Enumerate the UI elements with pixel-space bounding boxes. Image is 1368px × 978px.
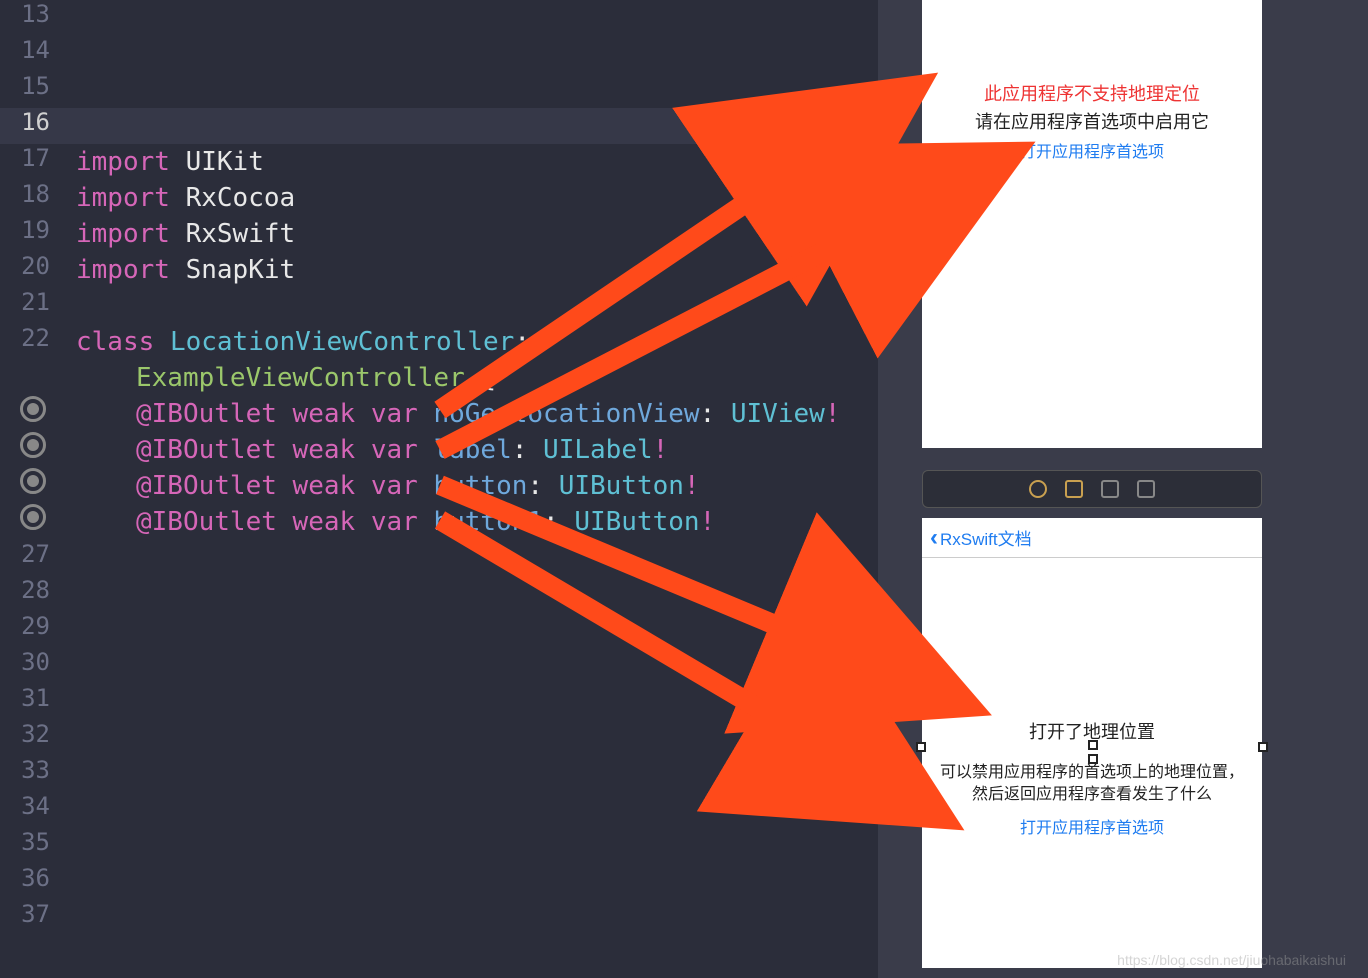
line-number: 35 bbox=[0, 828, 50, 856]
line-number: 22 bbox=[0, 324, 50, 352]
outlet-connected-icon[interactable] bbox=[20, 468, 46, 494]
code-line: import RxCocoa bbox=[76, 180, 295, 216]
line-number: 29 bbox=[0, 612, 50, 640]
code-line: import UIKit bbox=[76, 144, 264, 180]
outlet-connected-icon[interactable] bbox=[20, 432, 46, 458]
line-number: 16 bbox=[0, 108, 50, 136]
location-hint-label: 可以禁用应用程序的首选项上的地理位置，然后返回应用程序查看发生了什么 bbox=[922, 762, 1262, 807]
current-line-highlight bbox=[0, 108, 878, 144]
navigation-bar: ‹ RxSwift文档 bbox=[922, 518, 1262, 558]
line-number: 14 bbox=[0, 36, 50, 64]
code-line: @IBOutlet weak var label: UILabel! bbox=[136, 432, 668, 468]
line-number: 36 bbox=[0, 864, 50, 892]
code-line: @IBOutlet weak var noGeolocationView: UI… bbox=[136, 396, 840, 432]
open-preferences-button-2[interactable]: 打开应用程序首选项 bbox=[922, 814, 1262, 838]
line-number: 33 bbox=[0, 756, 50, 784]
error-title-label: 此应用程序不支持地理定位 bbox=[922, 80, 1262, 106]
code-line: ExampleViewController { bbox=[136, 360, 496, 396]
line-number: 19 bbox=[0, 216, 50, 244]
ib-selection-handle[interactable] bbox=[1258, 742, 1268, 752]
line-number: 37 bbox=[0, 900, 50, 928]
line-number: 32 bbox=[0, 720, 50, 748]
line-number: 17 bbox=[0, 144, 50, 172]
ib-selection-handle[interactable] bbox=[916, 742, 926, 752]
code-editor[interactable]: 13 14 15 16 17 18 19 20 21 22 27 28 29 3… bbox=[0, 0, 878, 978]
line-number: 31 bbox=[0, 684, 50, 712]
main-view-preview[interactable]: ‹ RxSwift文档 打开了地理位置 可以禁用应用程序的首选项上的地理位置，然… bbox=[922, 518, 1262, 968]
code-line: import SnapKit bbox=[76, 252, 295, 288]
ib-outline-icon[interactable] bbox=[1137, 480, 1155, 498]
line-number: 18 bbox=[0, 180, 50, 208]
line-number: 15 bbox=[0, 72, 50, 100]
no-geolocation-view-preview[interactable]: 此应用程序不支持地理定位 请在应用程序首选项中启用它 打开应用程序首选项 bbox=[922, 0, 1262, 448]
error-subtitle-label: 请在应用程序首选项中启用它 bbox=[922, 108, 1262, 134]
line-number: 30 bbox=[0, 648, 50, 676]
gutter: 13 14 15 16 17 18 19 20 21 22 27 28 29 3… bbox=[0, 0, 62, 978]
code-line: @IBOutlet weak var button: UIButton! bbox=[136, 468, 700, 504]
back-button-label[interactable]: RxSwift文档 bbox=[940, 525, 1032, 550]
ib-selection-handle[interactable] bbox=[1088, 740, 1098, 750]
line-number: 28 bbox=[0, 576, 50, 604]
line-number: 27 bbox=[0, 540, 50, 568]
ib-record-icon[interactable] bbox=[1029, 480, 1047, 498]
line-number: 21 bbox=[0, 288, 50, 316]
ib-bounds-icon[interactable] bbox=[1101, 480, 1119, 498]
ib-canvas-toolbar bbox=[922, 470, 1262, 508]
watermark-text: https://blog.csdn.net/jiuohabaikaishui bbox=[1117, 952, 1346, 968]
ib-3d-view-icon[interactable] bbox=[1065, 480, 1083, 498]
code-line: class LocationViewController: bbox=[76, 324, 530, 360]
outlet-connected-icon[interactable] bbox=[20, 504, 46, 530]
code-line: import RxSwift bbox=[76, 216, 295, 252]
line-number: 13 bbox=[0, 0, 50, 28]
line-number: 20 bbox=[0, 252, 50, 280]
interface-builder-panel: 此应用程序不支持地理定位 请在应用程序首选项中启用它 打开应用程序首选项 ‹ R… bbox=[878, 0, 1368, 978]
outlet-connected-icon[interactable] bbox=[20, 396, 46, 422]
back-chevron-icon[interactable]: ‹ bbox=[930, 524, 938, 552]
open-preferences-button[interactable]: 打开应用程序首选项 bbox=[922, 138, 1262, 162]
code-line: @IBOutlet weak var button1: UIButton! bbox=[136, 504, 715, 540]
line-number: 34 bbox=[0, 792, 50, 820]
